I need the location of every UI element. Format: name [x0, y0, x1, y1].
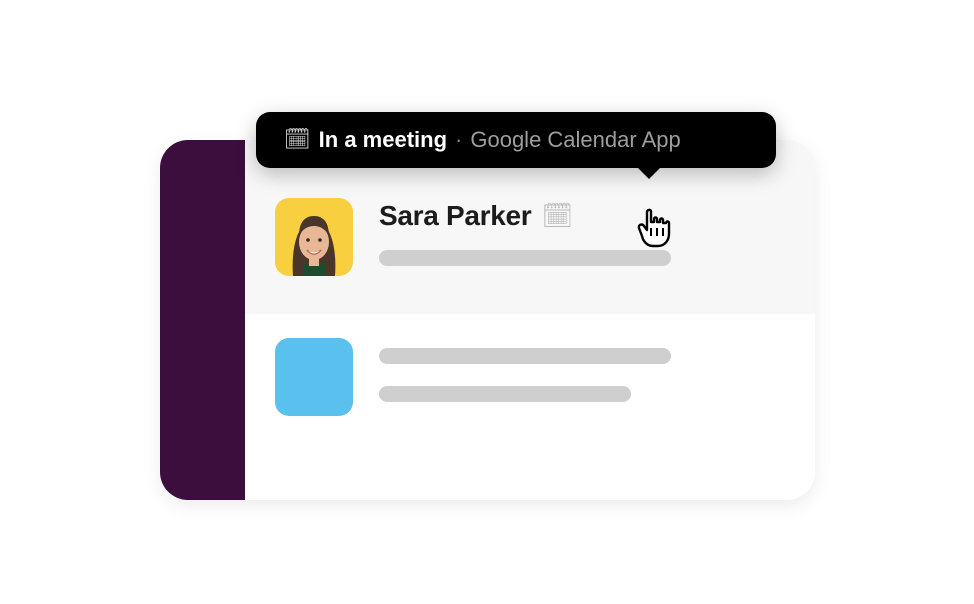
- avatar-placeholder[interactable]: [275, 338, 353, 416]
- username[interactable]: Sara Parker: [379, 200, 531, 232]
- message-list: Sara Parker 🗓: [245, 140, 815, 500]
- tooltip-app-name: Google Calendar App: [470, 127, 680, 153]
- app-window: Sara Parker 🗓: [160, 140, 815, 500]
- message-text-placeholder: [379, 348, 671, 364]
- avatar[interactable]: [275, 198, 353, 276]
- message-text-placeholder: [379, 386, 631, 402]
- message-text-placeholder: [379, 250, 671, 266]
- message-content: Sara Parker 🗓: [379, 198, 781, 288]
- tooltip-separator: ·: [455, 127, 462, 153]
- message-content: [379, 338, 781, 402]
- message-header: Sara Parker 🗓: [379, 200, 781, 232]
- status-calendar-icon[interactable]: 🗓: [541, 204, 573, 229]
- tooltip-status-text: In a meeting: [319, 127, 447, 153]
- status-tooltip: 🗓 In a meeting · Google Calendar App: [256, 112, 776, 168]
- calendar-icon: 🗓: [284, 128, 311, 152]
- message-row: [245, 314, 815, 442]
- sidebar: [160, 140, 245, 500]
